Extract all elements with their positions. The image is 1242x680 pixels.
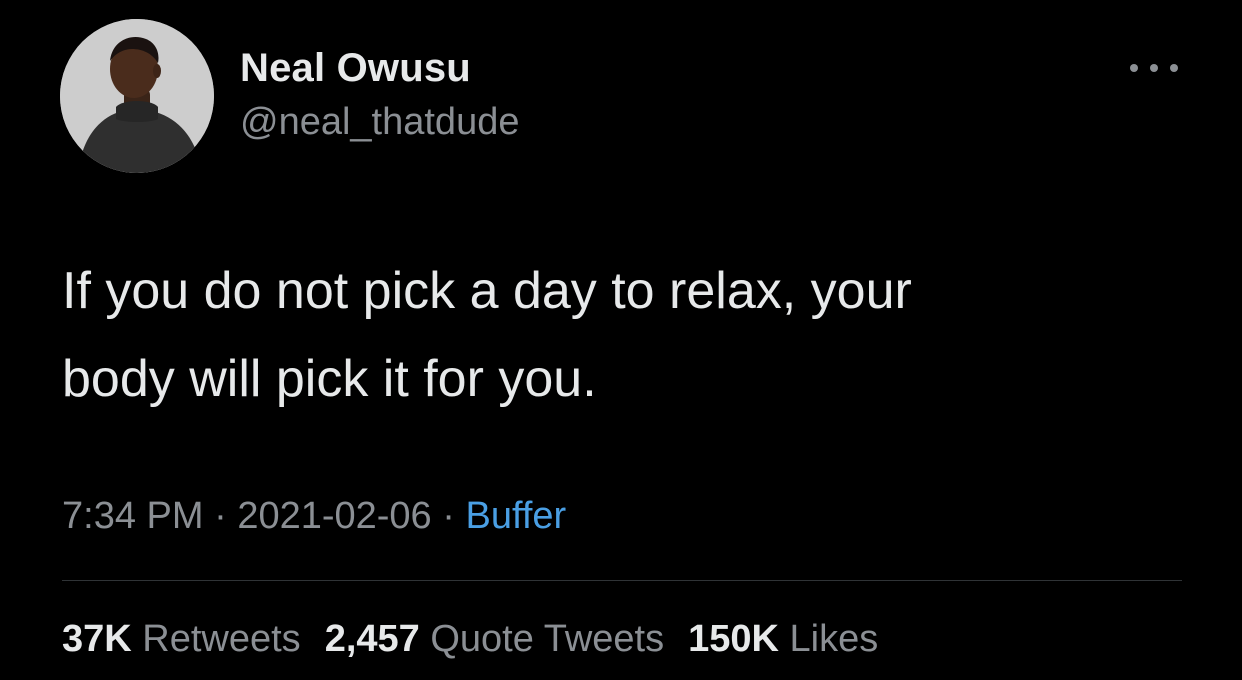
tweet-text: If you do not pick a day to relax, your … — [62, 262, 912, 408]
likes-count: 150K — [688, 618, 779, 660]
display-name[interactable]: Neal Owusu — [240, 46, 471, 91]
retweets-stat[interactable]: 37K Retweets — [62, 618, 301, 660]
likes-stat[interactable]: 150K Likes — [688, 618, 878, 660]
more-dot — [1170, 64, 1178, 72]
retweets-label: Retweets — [142, 618, 301, 660]
divider — [62, 580, 1182, 581]
more-dot — [1150, 64, 1158, 72]
quote-tweets-label: Quote Tweets — [430, 618, 665, 660]
tweet-time: 7:34 PM — [62, 495, 204, 537]
tweet-source-link[interactable]: Buffer — [465, 495, 566, 537]
quote-tweets-stat[interactable]: 2,457 Quote Tweets — [325, 618, 664, 660]
avatar-image — [60, 19, 214, 173]
likes-label: Likes — [789, 618, 879, 660]
tweet-stats: 37K Retweets 2,457 Quote Tweets 150K Likes — [62, 618, 902, 661]
more-options-icon[interactable] — [1130, 56, 1178, 80]
meta-separator: · — [214, 495, 227, 537]
tweet-card: Neal Owusu @neal_thatdude If you do not … — [0, 0, 1242, 680]
tweet-meta: 7:34 PM · 2021-02-06 · Buffer — [62, 495, 566, 538]
tweet-date: 2021-02-06 — [237, 495, 432, 537]
more-dot — [1130, 64, 1138, 72]
user-handle[interactable]: @neal_thatdude — [240, 101, 519, 144]
meta-separator: · — [442, 495, 455, 537]
retweets-count: 37K — [62, 618, 132, 660]
avatar[interactable] — [60, 19, 214, 173]
quote-tweets-count: 2,457 — [324, 618, 420, 660]
